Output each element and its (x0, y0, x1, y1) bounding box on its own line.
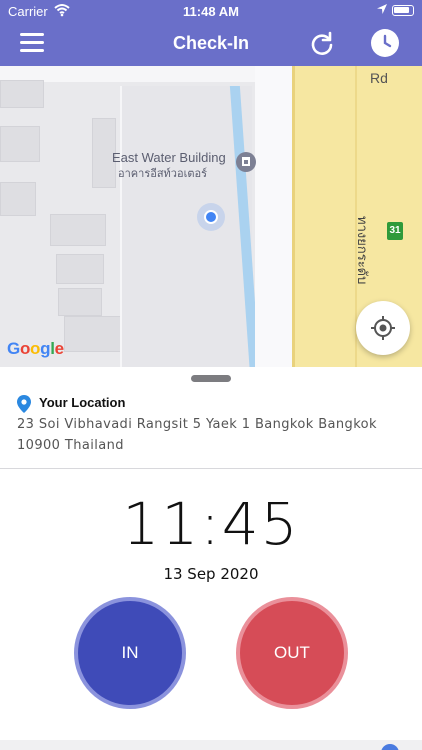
museum-icon[interactable] (236, 152, 256, 172)
location-arrow-icon (377, 4, 387, 14)
battery-icon (392, 5, 414, 16)
map-side-road (255, 66, 293, 367)
current-location-marker (197, 203, 225, 231)
poi-label[interactable]: East Water Building อาคารอีสท์วอเตอร์ (112, 150, 226, 182)
bottom-panel (0, 740, 422, 750)
location-address: 23 Soi Vibhavadi Rangsit 5 Yaek 1 Bangko… (17, 417, 377, 453)
location-pin-icon (17, 395, 31, 413)
google-logo: Google (7, 339, 64, 358)
map-building (0, 182, 36, 216)
map-view[interactable]: East Water Building อาคารอีสท์วอเตอร์ Rd… (0, 66, 422, 367)
refresh-icon[interactable] (308, 30, 336, 58)
checkin-date: 13 Sep 2020 (163, 565, 259, 583)
map-building (58, 288, 102, 316)
route-badge: 31 (387, 222, 403, 240)
recenter-button[interactable] (356, 301, 410, 355)
clock-icon (383, 34, 392, 48)
drag-handle[interactable] (191, 375, 231, 382)
status-time: 11:48 AM (183, 4, 239, 19)
road-label: Rd (370, 70, 388, 86)
road-label-thai: ทางยกระดับ (355, 216, 370, 285)
checkin-time: 11:45 (122, 490, 300, 558)
location-title: Your Location (39, 395, 126, 410)
check-in-button[interactable]: IN (74, 597, 186, 709)
divider (0, 468, 422, 469)
history-button[interactable] (371, 29, 399, 57)
map-building (0, 126, 40, 162)
map-building (0, 80, 44, 108)
top-bar: Carrier 11:48 AM Check-In (0, 0, 422, 66)
map-building (56, 254, 104, 284)
status-bar: Carrier 11:48 AM (0, 0, 422, 22)
page-title: Check-In (172, 33, 250, 53)
road-edge (292, 66, 295, 367)
poi-name: East Water Building (112, 150, 226, 165)
check-out-button[interactable]: OUT (236, 597, 348, 709)
poi-name-thai: อาคารอีสท์วอเตอร์ (118, 168, 207, 180)
nav-bar: Check-In (0, 22, 422, 66)
map-building (50, 214, 106, 246)
crosshair-icon (371, 316, 395, 340)
